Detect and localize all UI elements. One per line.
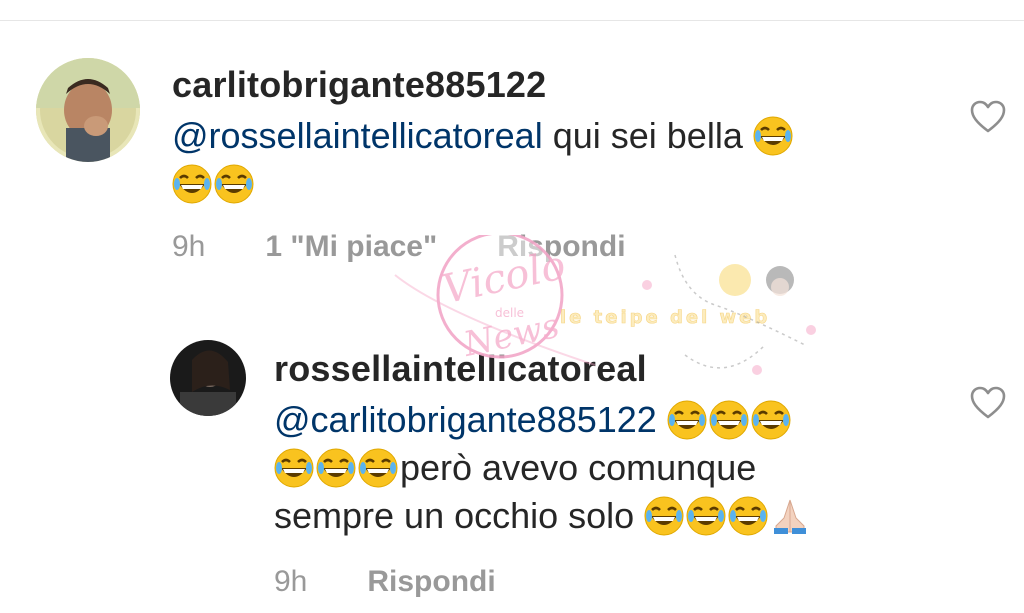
watermark-small: delle (495, 306, 524, 320)
comment-time: 9h (274, 565, 308, 598)
laughing-emoji-icon (751, 400, 791, 440)
comment-body: qui sei bella (542, 115, 753, 156)
reply-button[interactable]: Rispondi (497, 230, 625, 263)
laughing-emoji-icon (753, 116, 793, 156)
comment-meta: 9h 1 "Mi piace" Rispondi (172, 230, 626, 264)
avatar[interactable] (36, 58, 140, 162)
heart-outline-icon[interactable] (970, 100, 1006, 134)
laughing-emoji-icon (686, 496, 726, 536)
comment-meta: 9h Rispondi (274, 565, 496, 599)
praying-hands-icon (774, 499, 807, 534)
comment-time: 9h (172, 230, 206, 263)
laughing-emoji-icon (274, 448, 314, 488)
watermark-tagline: le teipe del web (560, 307, 770, 328)
laughing-emoji-icon (728, 496, 768, 536)
likes-count-link[interactable]: 1 "Mi piace" (265, 230, 437, 263)
comment-username[interactable]: rossellaintellicatoreal (274, 348, 647, 390)
comment-username[interactable]: carlitobrigante885122 (172, 64, 546, 106)
laughing-emoji-icon (644, 496, 684, 536)
laughing-emoji-icon (316, 448, 356, 488)
heart-outline-icon[interactable] (970, 386, 1006, 420)
laughing-emoji-icon (667, 400, 707, 440)
laughing-emoji-icon (214, 164, 254, 204)
mention-link[interactable]: @carlitobrigante885122 (274, 399, 657, 440)
laughing-emoji-icon (709, 400, 749, 440)
reply-button[interactable]: Rispondi (367, 565, 495, 598)
mention-link[interactable]: @rossellaintellicatoreal (172, 115, 543, 156)
avatar[interactable] (170, 340, 246, 416)
comment-text: @rossellaintellicatoreal qui sei bella (172, 112, 932, 208)
laughing-emoji-icon (172, 164, 212, 204)
top-divider (0, 0, 1024, 21)
comment-body: sempre un occhio solo (274, 495, 645, 536)
comment-body: però avevo comunque (400, 447, 757, 488)
laughing-emoji-icon (358, 448, 398, 488)
comment-text: @carlitobrigante885122 però avevo comunq… (274, 396, 954, 540)
